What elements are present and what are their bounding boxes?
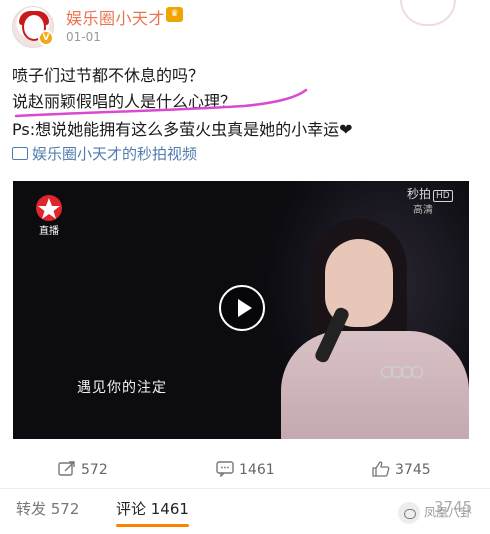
watermark-logo-icon <box>398 502 420 524</box>
thumbs-up-icon <box>372 461 390 477</box>
video-link[interactable]: 娱乐圈小天才的秒拍视频 <box>12 143 197 164</box>
sponsor-logo-icon <box>380 365 424 379</box>
username[interactable]: 娱乐圈小天才 <box>66 5 165 29</box>
bottom-watermark-text: 凤凰八卦 <box>424 505 473 520</box>
forward-button[interactable]: 572 <box>58 461 108 478</box>
video-watermark: 秒拍 HD <box>407 185 453 202</box>
post-text-line: 喷子们过节都不休息的吗？ <box>12 66 205 85</box>
forward-icon <box>58 461 75 476</box>
play-button[interactable] <box>219 285 265 331</box>
comment-icon <box>216 461 234 478</box>
video-link-label: 娱乐圈小天才的秒拍视频 <box>32 145 198 163</box>
tab-forward[interactable]: 转发 572 <box>16 498 79 519</box>
action-bar: 572 1461 3745 <box>0 455 490 487</box>
singer-dress <box>281 331 469 439</box>
post-timestamp: 01-01 <box>66 30 101 44</box>
video-icon <box>12 147 28 160</box>
post-header: V 娱乐圈小天才 ♛ 01-01 <box>0 0 490 56</box>
comment-count: 1461 <box>239 462 275 478</box>
highlight-underline <box>14 88 308 118</box>
channel-logo-text: 直播 <box>39 224 59 237</box>
like-button[interactable]: 3745 <box>372 461 431 478</box>
like-count: 3745 <box>395 462 431 478</box>
verified-badge-icon: V <box>38 30 54 46</box>
hd-badge: HD <box>433 190 453 202</box>
post-text-line: Ps:想说她能拥有这么多萤火虫真是她的小幸运❤ <box>12 120 353 139</box>
channel-logo-icon: 直播 <box>36 195 62 237</box>
divider <box>0 488 490 489</box>
bottom-watermark: 凤凰八卦 <box>398 502 472 524</box>
forward-count: 572 <box>81 462 108 478</box>
member-badge-icon: ♛ <box>166 7 183 22</box>
video-subtitle: 遇见你的注定 <box>77 380 167 396</box>
video-watermark-sub: 高清 <box>413 205 433 216</box>
video-player[interactable]: 直播 秒拍 HD 高清 遇见你的注定 <box>13 181 469 439</box>
tab-comment[interactable]: 评论 1461 <box>116 498 189 527</box>
video-watermark-text: 秒拍 <box>407 187 432 201</box>
comment-button[interactable]: 1461 <box>216 461 275 478</box>
decorative-stamp <box>400 0 456 26</box>
